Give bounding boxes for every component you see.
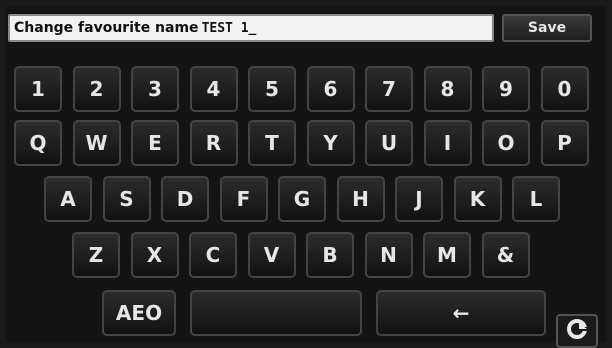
key-6[interactable]: 6 bbox=[306, 66, 355, 112]
field-value: TEST 1_ bbox=[201, 20, 257, 36]
key-5[interactable]: 5 bbox=[248, 66, 296, 112]
key-backspace[interactable]: ← bbox=[376, 290, 546, 336]
key-q[interactable]: Q bbox=[14, 120, 62, 166]
device-frame: Change favourite name TEST 1_ Save 12345… bbox=[0, 0, 612, 348]
key-b[interactable]: B bbox=[306, 232, 354, 278]
key-d[interactable]: D bbox=[161, 176, 209, 222]
key-space[interactable] bbox=[190, 290, 362, 336]
key-4[interactable]: 4 bbox=[189, 66, 238, 112]
key-p[interactable]: P bbox=[540, 120, 589, 166]
key-s[interactable]: S bbox=[102, 176, 151, 222]
key-w[interactable]: W bbox=[72, 120, 121, 166]
key-v[interactable]: V bbox=[247, 232, 296, 278]
key-h[interactable]: H bbox=[336, 176, 385, 222]
key-e[interactable]: E bbox=[131, 120, 179, 166]
key-m[interactable]: M bbox=[423, 232, 471, 278]
key-2[interactable]: 2 bbox=[72, 66, 121, 112]
key-k[interactable]: K bbox=[453, 176, 502, 222]
key-y[interactable]: Y bbox=[306, 120, 355, 166]
key-9[interactable]: 9 bbox=[482, 66, 530, 112]
key-t[interactable]: T bbox=[248, 120, 296, 166]
key-x[interactable]: X bbox=[130, 232, 179, 278]
field-label: Change favourite name bbox=[14, 20, 199, 36]
save-button[interactable]: Save bbox=[502, 14, 592, 42]
key-o[interactable]: O bbox=[482, 120, 530, 166]
key-ampersand[interactable]: & bbox=[481, 232, 530, 278]
key-7[interactable]: 7 bbox=[365, 66, 413, 112]
refresh-button[interactable] bbox=[556, 314, 598, 348]
key-8[interactable]: 8 bbox=[423, 66, 472, 112]
refresh-icon bbox=[566, 318, 588, 344]
key-n[interactable]: N bbox=[364, 232, 413, 278]
key-a[interactable]: A bbox=[44, 176, 92, 222]
key-c[interactable]: C bbox=[189, 232, 237, 278]
key-z[interactable]: Z bbox=[72, 232, 120, 278]
key-j[interactable]: J bbox=[395, 176, 443, 222]
favourite-name-field[interactable]: Change favourite name TEST 1_ bbox=[8, 14, 494, 42]
key-0[interactable]: 0 bbox=[540, 66, 589, 112]
key-u[interactable]: U bbox=[365, 120, 413, 166]
key-l[interactable]: L bbox=[512, 176, 560, 222]
key-g[interactable]: G bbox=[278, 176, 326, 222]
key-3[interactable]: 3 bbox=[131, 66, 179, 112]
key-i[interactable]: I bbox=[423, 120, 472, 166]
key-aeo[interactable]: AEO bbox=[102, 290, 176, 336]
key-f[interactable]: F bbox=[219, 176, 268, 222]
key-r[interactable]: R bbox=[189, 120, 238, 166]
key-1[interactable]: 1 bbox=[14, 66, 62, 112]
